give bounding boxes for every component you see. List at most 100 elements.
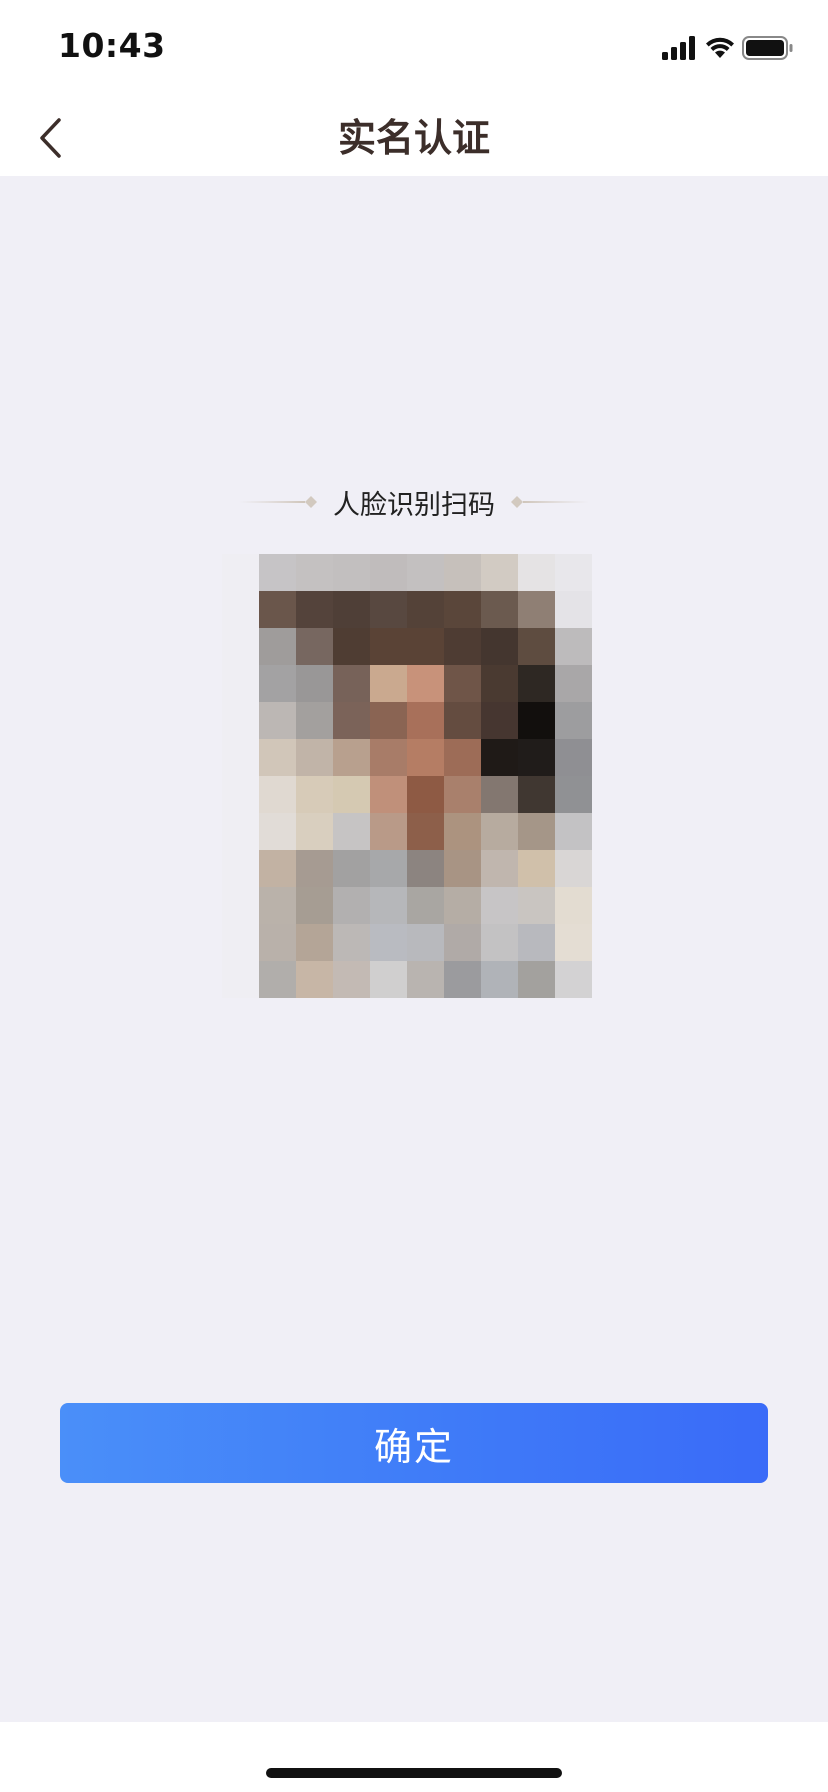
photo-pixel	[370, 813, 407, 850]
photo-pixel	[444, 924, 481, 961]
navigation-bar: 实名认证	[0, 100, 828, 176]
photo-pixel	[333, 924, 370, 961]
photo-pixel	[370, 702, 407, 739]
photo-pixel	[481, 850, 518, 887]
photo-pixel	[444, 591, 481, 628]
photo-pixel	[333, 887, 370, 924]
main-content: 人脸识别扫码 确定	[0, 176, 828, 1722]
photo-pixel	[555, 813, 592, 850]
photo-pixel	[259, 665, 296, 702]
photo-pixel	[296, 813, 333, 850]
photo-pixel	[444, 887, 481, 924]
photo-pixel	[407, 887, 444, 924]
photo-pixel	[555, 702, 592, 739]
photo-pixel	[259, 591, 296, 628]
photo-pixel	[481, 776, 518, 813]
photo-pixel	[259, 924, 296, 961]
photo-pixel	[481, 961, 518, 998]
photo-pixel	[259, 850, 296, 887]
photo-pixel	[518, 665, 555, 702]
photo-pixel	[333, 665, 370, 702]
photo-pixel	[333, 702, 370, 739]
confirm-button[interactable]: 确定	[60, 1403, 768, 1483]
photo-pixel	[333, 961, 370, 998]
photo-pixel	[407, 591, 444, 628]
photo-pixel	[296, 924, 333, 961]
photo-pixel	[333, 813, 370, 850]
photo-pixel	[370, 924, 407, 961]
photo-pixel	[444, 961, 481, 998]
photo-pixel	[296, 665, 333, 702]
photo-pixel	[444, 665, 481, 702]
photo-pixel	[370, 961, 407, 998]
photo-pixel	[407, 813, 444, 850]
photo-pixel	[481, 702, 518, 739]
photo-pixel	[259, 776, 296, 813]
scan-heading-label: 人脸识别扫码	[333, 489, 495, 521]
photo-pixel	[333, 850, 370, 887]
photo-pixel	[444, 850, 481, 887]
photo-pixel	[555, 739, 592, 776]
photo-pixel	[444, 702, 481, 739]
photo-pixel	[296, 702, 333, 739]
photo-pixel	[481, 554, 518, 591]
photo-pixel	[481, 813, 518, 850]
home-area	[0, 1722, 828, 1792]
photo-pixel	[370, 591, 407, 628]
home-indicator[interactable]	[266, 1768, 562, 1778]
photo-pixel	[296, 739, 333, 776]
photo-pixel	[518, 591, 555, 628]
photo-pixel	[370, 776, 407, 813]
photo-pixel	[333, 591, 370, 628]
photo-pixel	[370, 665, 407, 702]
photo-pixel	[296, 887, 333, 924]
photo-pixel	[296, 554, 333, 591]
photo-pixel	[444, 776, 481, 813]
photo-pixel	[555, 924, 592, 961]
photo-pixel	[444, 554, 481, 591]
photo-pixel	[407, 628, 444, 665]
photo-pixel	[370, 739, 407, 776]
photo-pixel	[296, 850, 333, 887]
photo-pixel	[555, 961, 592, 998]
photo-pixel	[333, 554, 370, 591]
photo-pixel	[555, 665, 592, 702]
photo-pixel	[296, 776, 333, 813]
photo-pixel	[333, 628, 370, 665]
photo-pixel	[370, 628, 407, 665]
left-ornament-icon	[239, 496, 317, 508]
photo-pixel	[555, 776, 592, 813]
photo-pixel	[259, 961, 296, 998]
photo-pixel	[259, 739, 296, 776]
photo-pixel	[518, 554, 555, 591]
photo-pixel	[444, 628, 481, 665]
face-photo	[222, 554, 592, 998]
photo-pixel	[481, 924, 518, 961]
photo-pixel	[555, 887, 592, 924]
scan-heading: 人脸识别扫码	[0, 482, 828, 522]
photo-pixel	[481, 739, 518, 776]
photo-pixel	[481, 665, 518, 702]
photo-pixel	[444, 813, 481, 850]
photo-pixel	[518, 887, 555, 924]
battery-icon	[742, 36, 793, 60]
photo-pixel	[370, 887, 407, 924]
photo-pixel	[259, 887, 296, 924]
photo-pixel	[518, 813, 555, 850]
photo-pixel	[518, 961, 555, 998]
face-photo-pixels	[259, 554, 592, 998]
photo-pixel	[481, 591, 518, 628]
photo-pixel	[518, 776, 555, 813]
photo-pixel	[296, 591, 333, 628]
photo-pixel	[555, 591, 592, 628]
photo-pixel	[333, 739, 370, 776]
photo-pixel	[407, 850, 444, 887]
photo-pixel	[407, 702, 444, 739]
photo-pixel	[259, 813, 296, 850]
status-time: 10:43	[58, 26, 166, 65]
photo-pixel	[518, 850, 555, 887]
photo-pixel	[555, 554, 592, 591]
photo-pixel	[407, 924, 444, 961]
photo-pixel	[407, 665, 444, 702]
photo-pixel	[518, 702, 555, 739]
